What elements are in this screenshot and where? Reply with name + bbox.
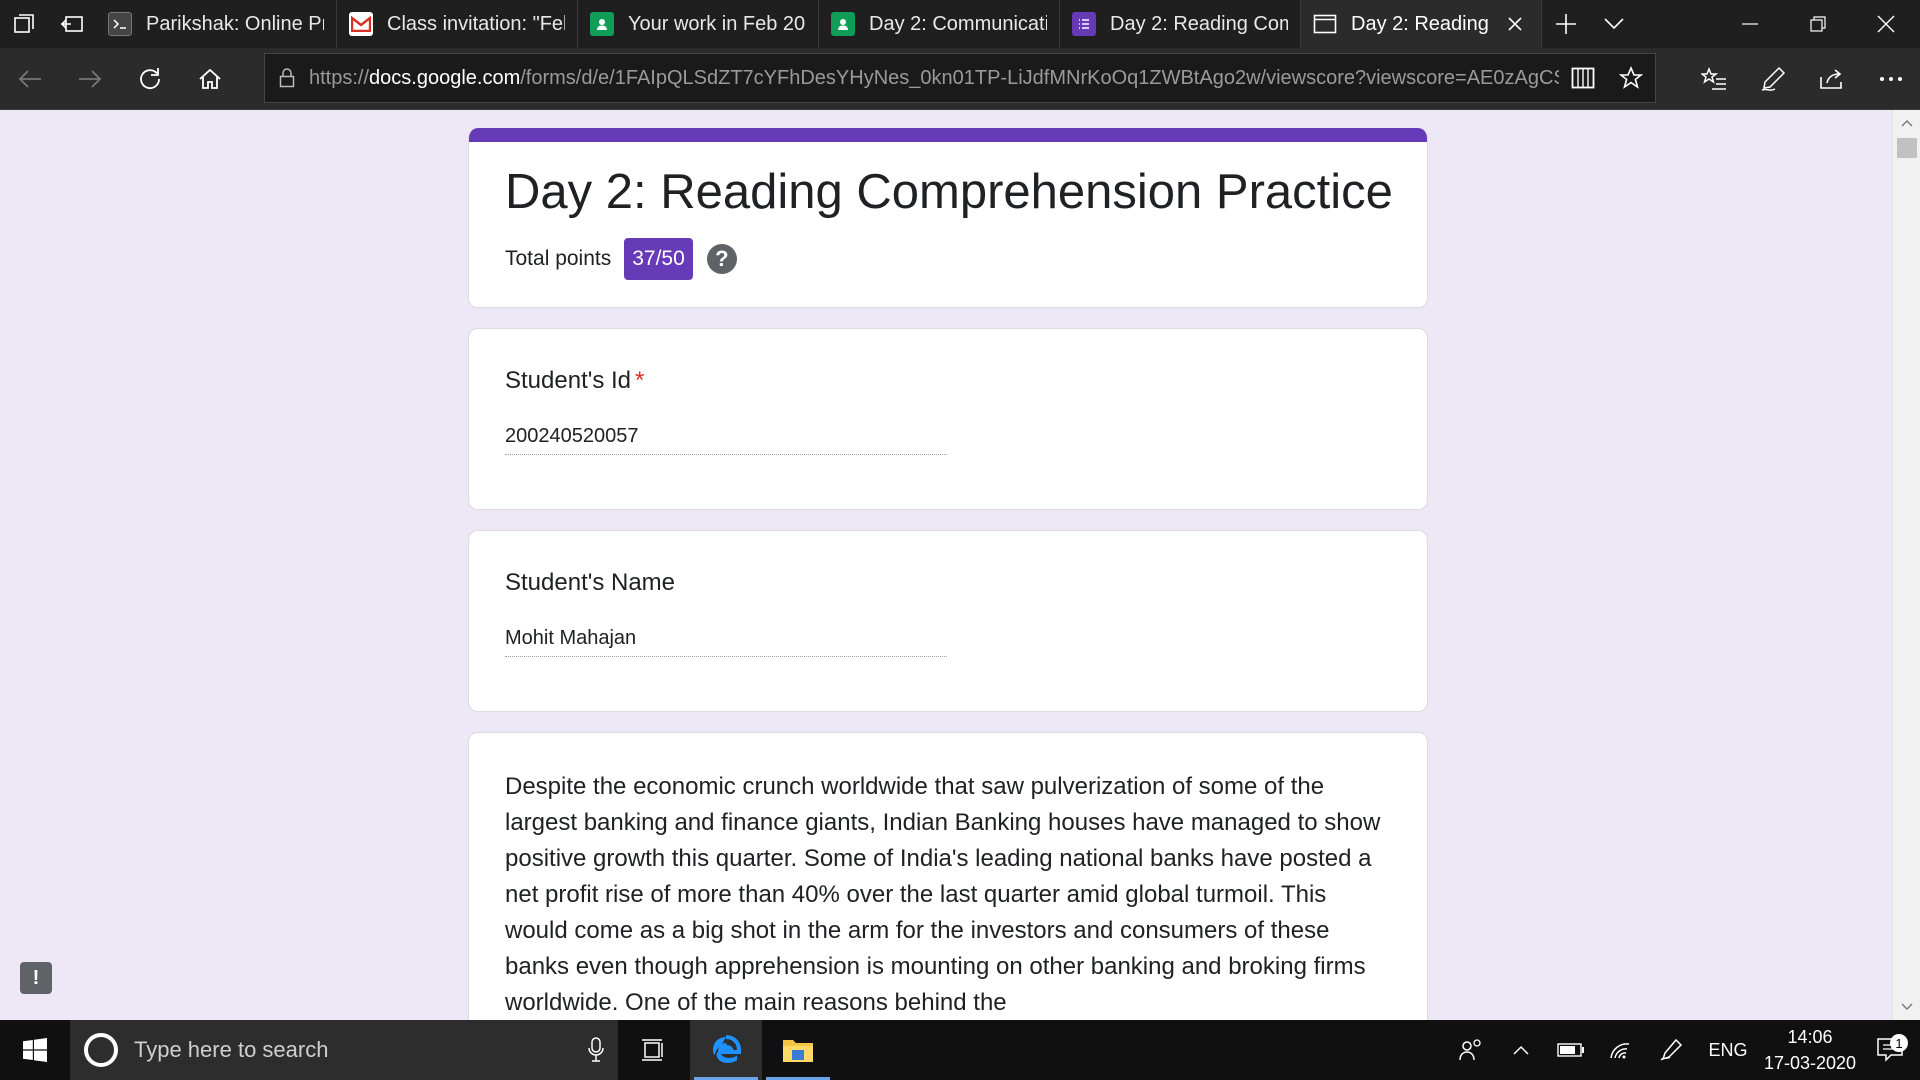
- tab-preview-chevron-down-icon[interactable]: [1590, 0, 1638, 48]
- question-label: Student's Name: [505, 569, 675, 597]
- clock-time: 14:06: [1787, 1027, 1833, 1047]
- windows-start-icon[interactable]: [0, 1020, 70, 1080]
- question-title: Student's Name: [505, 569, 676, 596]
- set-aside-tabs-icon[interactable]: [48, 0, 96, 48]
- tab-title: Your work in Feb 20: [628, 12, 806, 35]
- cortana-icon[interactable]: [84, 1033, 118, 1067]
- windows-taskbar: Type here to search ENG 14:06 17-03-2020…: [0, 1020, 1920, 1080]
- classroom-icon: [831, 12, 855, 36]
- close-tab-icon[interactable]: [1501, 10, 1529, 38]
- answer-text: Mohit Mahajan: [505, 627, 947, 657]
- back-icon[interactable]: [0, 48, 60, 110]
- question-card-student-id: Student's Id * 200240520057: [468, 328, 1428, 510]
- reading-passage: Despite the economic crunch worldwide th…: [505, 773, 1381, 1016]
- tab-gmail[interactable]: Class invitation: "Feb: [337, 0, 578, 48]
- favorite-star-icon[interactable]: [1607, 66, 1655, 90]
- clock[interactable]: 14:06 17-03-2020: [1760, 1024, 1860, 1076]
- forward-icon[interactable]: [60, 48, 120, 110]
- clock-date: 17-03-2020: [1763, 1053, 1857, 1073]
- tab-active-reading[interactable]: Day 2: Reading C: [1301, 0, 1542, 48]
- pen-notes-icon[interactable]: [1743, 48, 1802, 110]
- address-bar[interactable]: https://docs.google.com/forms/d/e/1FAIpQ…: [264, 53, 1656, 103]
- scroll-up-icon[interactable]: [1893, 112, 1920, 134]
- score-badge: 37/50: [624, 238, 693, 280]
- tab-title: Class invitation: "Feb: [387, 12, 565, 35]
- system-tray: ENG 14:06 17-03-2020 1: [1446, 1020, 1920, 1080]
- taskbar-search-box[interactable]: Type here to search: [70, 1020, 618, 1080]
- url-path: /forms/d/e/1FAIpQLSdZT7cYFhDesYHyNes_0kn…: [520, 66, 1559, 89]
- task-view-icon[interactable]: [618, 1020, 690, 1080]
- theme-accent-bar: [469, 128, 1427, 142]
- people-icon[interactable]: [1446, 1020, 1496, 1080]
- input-language[interactable]: ENG: [1696, 1040, 1760, 1061]
- classroom-icon: [590, 12, 614, 36]
- url-host: docs.google.com: [369, 66, 521, 89]
- file-explorer-icon[interactable]: [762, 1020, 834, 1080]
- wifi-icon[interactable]: [1596, 1020, 1646, 1080]
- browser-tab-bar: Parikshak: Online Prc Class invitation: …: [0, 0, 1920, 48]
- passage-card: Despite the economic crunch worldwide th…: [468, 732, 1428, 1020]
- refresh-icon[interactable]: [120, 48, 180, 110]
- terminal-icon: [108, 12, 132, 36]
- reading-view-icon[interactable]: [1559, 67, 1607, 89]
- tab-classroom-communication[interactable]: Day 2: Communicatio: [819, 0, 1060, 48]
- action-center-icon[interactable]: 1: [1860, 1034, 1920, 1062]
- page-viewport: Day 2: Reading Comprehension Practice To…: [0, 110, 1920, 1020]
- scroll-down-icon[interactable]: [1893, 996, 1920, 1018]
- show-hidden-icons-chevron-up-icon[interactable]: [1496, 1020, 1546, 1080]
- close-window-icon[interactable]: [1852, 0, 1920, 48]
- edge-browser-icon[interactable]: [690, 1020, 762, 1080]
- restore-icon[interactable]: [1784, 0, 1852, 48]
- pen-workspace-icon[interactable]: [1646, 1020, 1696, 1080]
- tab-title: Day 2: Reading C: [1351, 12, 1495, 35]
- share-icon[interactable]: [1802, 48, 1861, 110]
- gmail-icon: [349, 12, 373, 36]
- form-title: Day 2: Reading Comprehension Practice: [505, 165, 1393, 219]
- question-title: Student's Id: [505, 367, 631, 394]
- favorites-hub-icon[interactable]: [1684, 48, 1743, 110]
- tab-title: Parikshak: Online Prc: [146, 12, 324, 35]
- scrollbar-thumb[interactable]: [1897, 138, 1917, 158]
- home-icon[interactable]: [180, 48, 240, 110]
- question-label: Student's Id *: [505, 367, 644, 395]
- new-tab-icon[interactable]: [1542, 0, 1590, 48]
- url-scheme: https://: [309, 66, 370, 89]
- report-abuse-icon[interactable]: !: [20, 962, 52, 994]
- total-points-label: Total points: [505, 247, 612, 270]
- form-header-card: Day 2: Reading Comprehension Practice To…: [468, 128, 1428, 308]
- help-icon[interactable]: ?: [706, 244, 737, 274]
- required-asterisk: *: [635, 367, 645, 394]
- tab-forms-reading[interactable]: Day 2: Reading Comp: [1060, 0, 1301, 48]
- vertical-scrollbar[interactable]: [1892, 110, 1920, 1020]
- minimize-icon[interactable]: [1716, 0, 1784, 48]
- tab-actions-icon[interactable]: [0, 0, 48, 48]
- battery-icon[interactable]: [1546, 1020, 1596, 1080]
- tab-classroom-work[interactable]: Your work in Feb 20: [578, 0, 819, 48]
- url-text[interactable]: https://docs.google.com/forms/d/e/1FAIpQ…: [309, 67, 1559, 90]
- question-card-student-name: Student's Name Mohit Mahajan: [468, 530, 1428, 712]
- notification-count-badge: 1: [1890, 1034, 1908, 1052]
- tab-parikshak[interactable]: Parikshak: Online Prc: [96, 0, 337, 48]
- browser-navigation-bar: https://docs.google.com/forms/d/e/1FAIpQ…: [0, 48, 1920, 110]
- more-menu-icon[interactable]: [1861, 48, 1920, 110]
- answer-text: 200240520057: [505, 425, 947, 455]
- total-points-row: Total points 37/50 ?: [505, 238, 737, 280]
- tab-title: Day 2: Reading Comp: [1110, 12, 1288, 35]
- forms-icon: [1072, 12, 1096, 36]
- page-icon: [1313, 12, 1337, 36]
- tab-title: Day 2: Communicatio: [869, 12, 1047, 35]
- search-placeholder: Type here to search: [134, 1037, 329, 1062]
- microphone-icon[interactable]: [574, 1037, 618, 1063]
- lock-icon[interactable]: [265, 68, 309, 88]
